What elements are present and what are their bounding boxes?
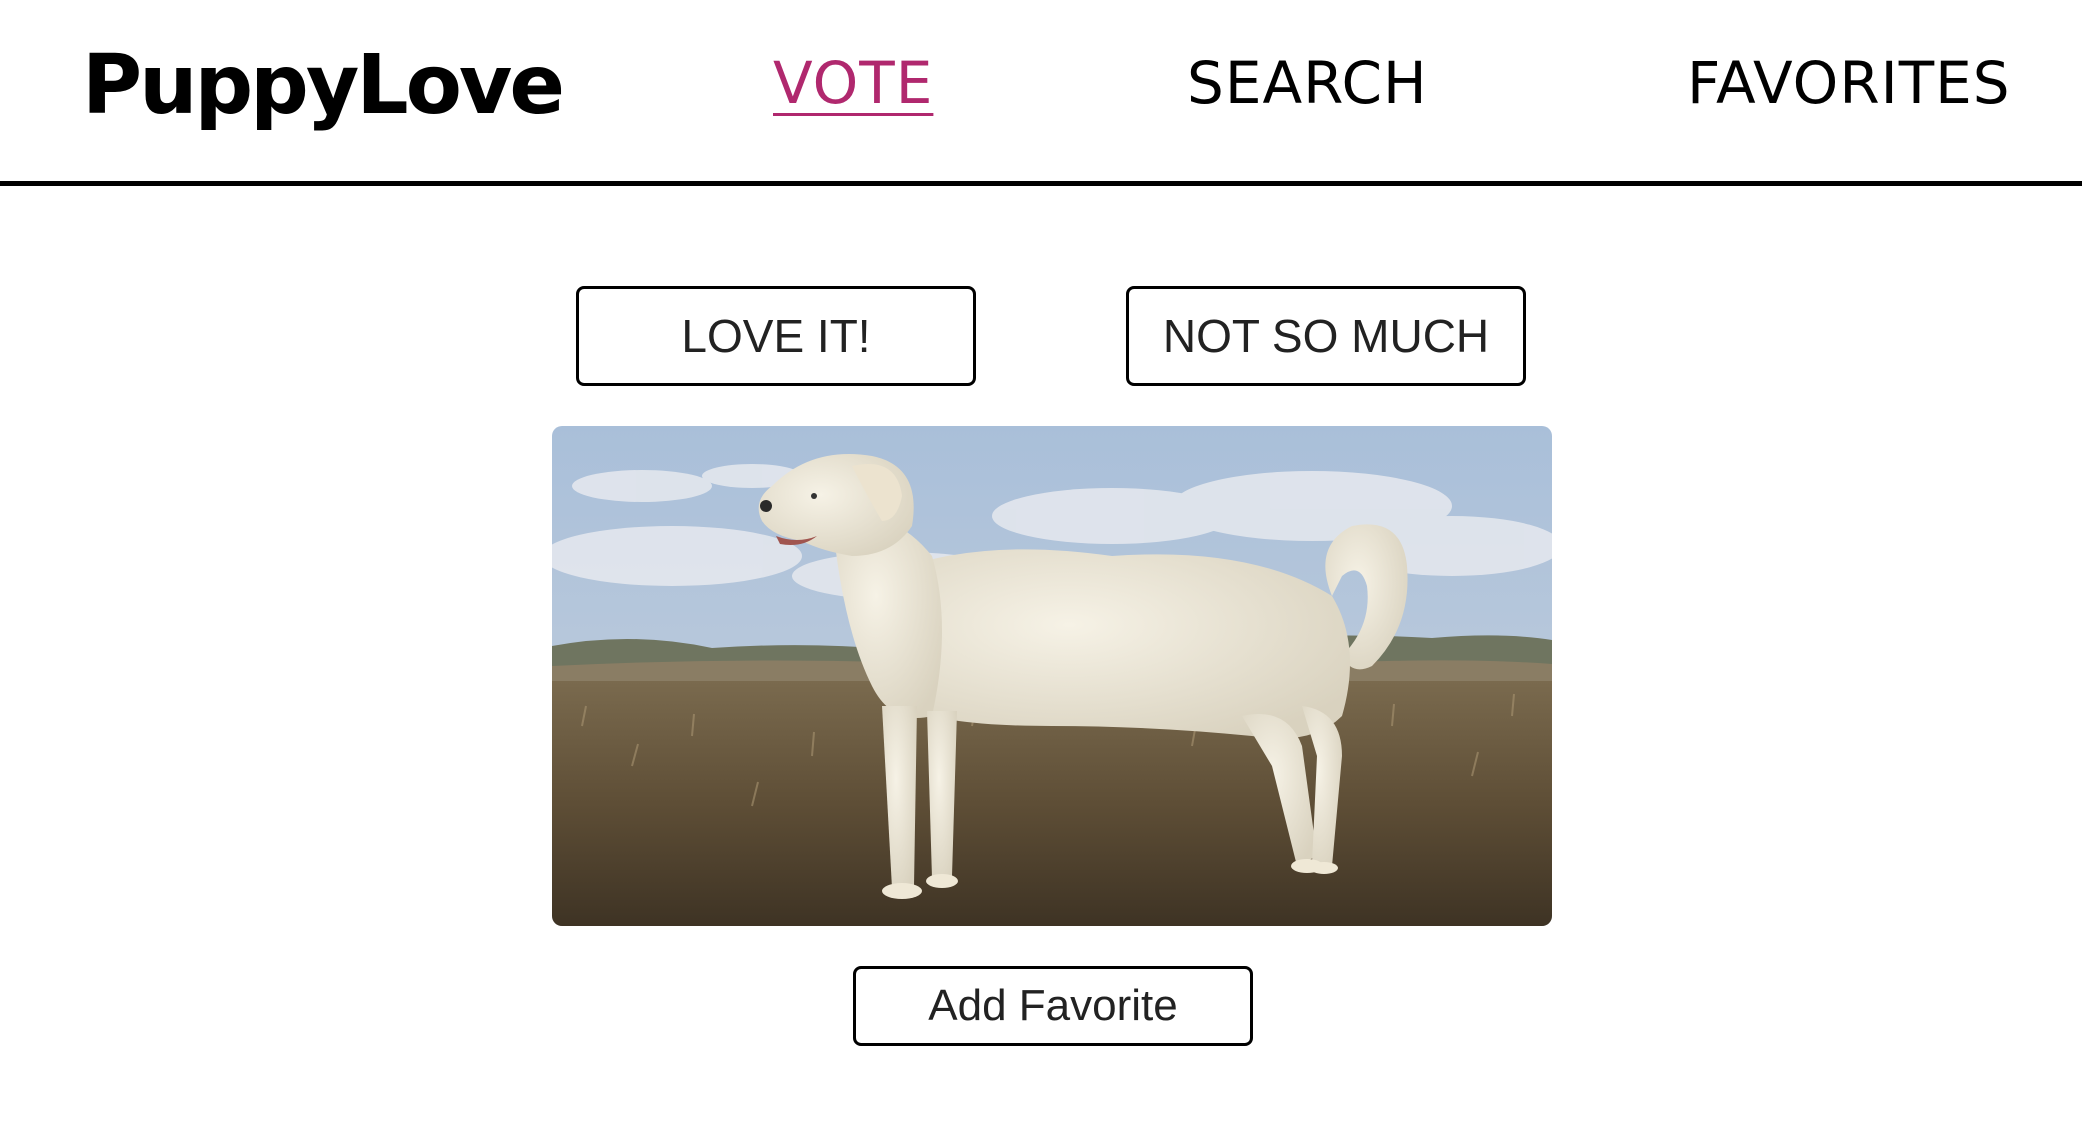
not-so-much-button[interactable]: NOT SO MUCH — [1126, 286, 1526, 386]
site-header: PuppyLove VOTE SEARCH FAVORITES — [0, 0, 2082, 186]
nav-vote-link[interactable]: VOTE — [773, 48, 933, 118]
nav-favorites-link[interactable]: FAVORITES — [1687, 48, 2011, 118]
site-logo[interactable]: PuppyLove — [82, 36, 565, 136]
nav-search-link[interactable]: SEARCH — [1187, 48, 1428, 118]
dog-photo — [552, 426, 1552, 926]
love-it-button[interactable]: LOVE IT! — [576, 286, 976, 386]
add-favorite-button[interactable]: Add Favorite — [853, 966, 1253, 1046]
